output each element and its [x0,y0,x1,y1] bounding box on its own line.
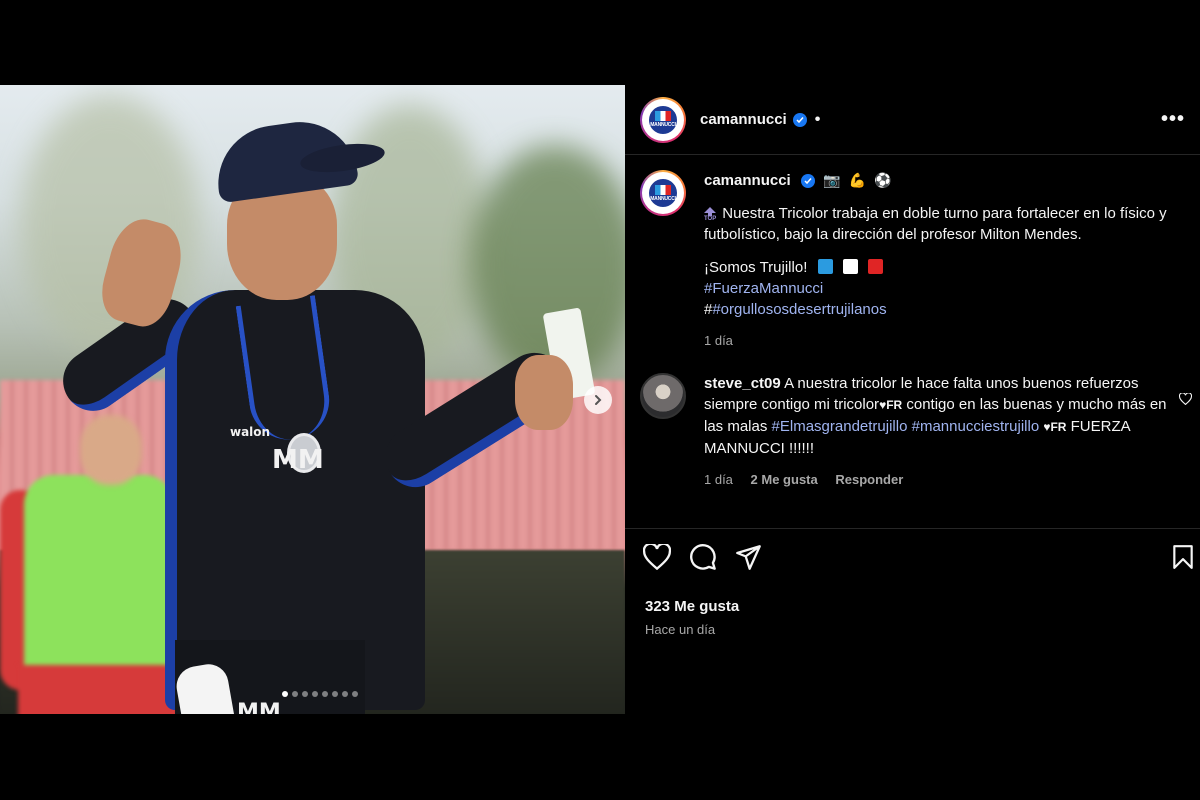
carousel-dot[interactable] [312,691,318,697]
speech-bubble-icon [690,544,716,570]
carousel-dot[interactable] [342,691,348,697]
jacket-initials: MM [272,445,324,475]
caption-paragraph-2: ¡Somos Trujillo! [704,257,1185,278]
post-timestamp[interactable]: Hace un día [645,622,715,637]
heart-fr-emoji: ♥FR [879,398,903,412]
caption-username[interactable]: camannucci [704,172,791,189]
commenter-username[interactable]: steve_ct09 [704,375,781,392]
save-button[interactable] [1172,544,1194,575]
post-sidebar: MANNUCCI camannucci • ••• MANNUCCI caman… [625,85,1200,714]
carousel-dot[interactable] [332,691,338,697]
caption-paragraph-1: TOP Nuestra Tricolor trabaja en doble tu… [704,205,1167,243]
carousel-dot[interactable] [352,691,358,697]
author-avatar[interactable]: MANNUCCI [640,96,686,143]
reply-button[interactable]: Responder [835,472,903,487]
heart-outline-icon [642,542,672,571]
club-crest-icon: MANNUCCI [647,103,679,136]
chevron-right-icon [595,395,602,405]
hashtag-link[interactable]: #Elmasgrandetrujillo [772,418,908,435]
red-square-emoji [867,259,883,274]
share-button[interactable] [735,544,762,576]
carousel-dot[interactable] [322,691,328,697]
shorts-initials: MM [237,700,281,714]
header-separator: • [814,110,821,128]
post-header: MANNUCCI camannucci • ••• [625,85,1200,155]
blue-square-emoji [817,259,833,274]
more-options-button[interactable]: ••• [1161,108,1185,131]
carousel-dot[interactable] [282,691,288,697]
top-arrow-icon: TOP [704,206,716,222]
caption-time[interactable]: 1 día [704,333,733,348]
comment-button[interactable] [689,543,717,576]
club-crest-icon: MANNUCCI [647,177,679,209]
carousel-next-button[interactable] [584,386,612,414]
heart-fr-emoji: ♥FR [1043,420,1067,434]
verified-badge-icon [792,112,807,127]
author-avatar[interactable]: MANNUCCI [640,170,686,216]
comment-likes[interactable]: 2 Me gusta [751,472,818,487]
paper-plane-icon [736,544,761,570]
jacket-brand: walon [230,425,271,439]
hashtag-link[interactable]: #mannucciestrujillo [912,418,1040,435]
flexed-biceps-emoji: 💪 [848,172,867,188]
comment-like-button[interactable] [1178,392,1193,410]
instagram-post: walon MM MM MANNUCCI camannucci • ••• MA… [0,85,1200,714]
hashtag-link[interactable]: #orgullososdesertrujilanos [712,301,886,318]
comments-section: MANNUCCI camannucci 📷 💪 ⚽ TOP Nuestra Tr… [625,156,1200,529]
soccer-ball-emoji: ⚽ [874,172,892,188]
carousel-dots [282,691,358,697]
verified-badge-icon [800,174,815,188]
commenter-avatar[interactable] [640,373,686,419]
caption: MANNUCCI camannucci 📷 💪 ⚽ TOP Nuestra Tr… [640,170,1185,351]
like-button[interactable] [642,542,672,575]
carousel-dot[interactable] [302,691,308,697]
likes-count[interactable]: 323 Me gusta [645,598,739,615]
post-actions [642,542,1194,576]
camera-emoji: 📷 [823,172,841,188]
author-username[interactable]: camannucci [700,111,787,128]
comment: steve_ct09 A nuestra tricolor le hace fa… [640,373,1185,490]
comment-time[interactable]: 1 día [704,472,733,487]
bookmark-icon [1173,545,1193,569]
hashtag-link[interactable]: #FuerzaMannucci [704,280,823,297]
post-photo[interactable]: walon MM MM [0,85,625,714]
white-square-emoji [842,259,858,274]
carousel-dot[interactable] [292,691,298,697]
coach-figure: walon MM MM [51,114,615,714]
heart-outline-icon [1178,392,1193,406]
